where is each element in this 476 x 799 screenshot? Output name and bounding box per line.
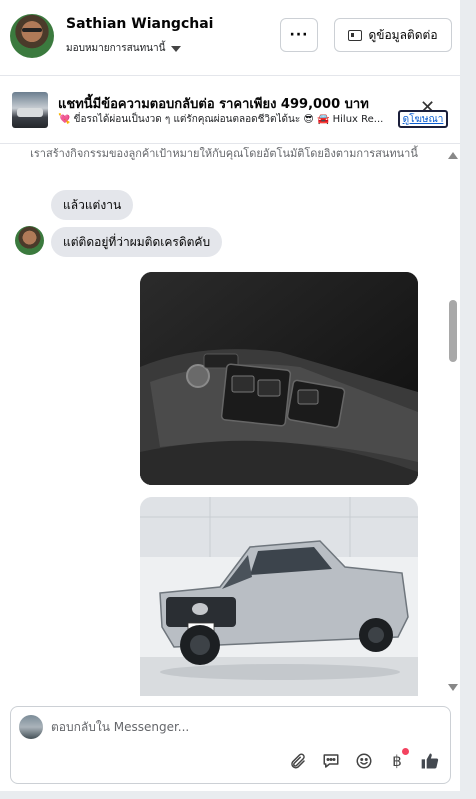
reply-input[interactable] <box>51 716 431 738</box>
pickup-truck-image <box>140 497 418 696</box>
notification-dot <box>402 748 409 755</box>
reply-composer: ฿ <box>10 706 451 784</box>
message-photo-pickup-truck[interactable] <box>140 497 418 696</box>
paperclip-icon[interactable] <box>288 751 308 771</box>
contact-card-icon <box>348 29 363 41</box>
ad-subtitle: 💘 ขี่อรถได้ผ่อนเป็นงวด ๆ แต่รักคุณผ่อนตล… <box>58 114 384 125</box>
system-message: เราสร้างกิจกรรมของลูกค้าเป้าหมายให้กับคุ… <box>30 147 418 160</box>
ad-thumbnail <box>12 92 48 128</box>
incoming-message[interactable]: แต่ติดอยู่ที่ว่าผมติดเครดิตคับ <box>51 227 223 257</box>
ad-referral-banner: แชทนี้มีข้อความตอบกลับต่อ ราคาเพียง 499,… <box>0 76 460 144</box>
contact-name[interactable]: Sathian Wiangchai <box>66 16 213 32</box>
conversation-header: Sathian Wiangchai มอบหมายการสนทนานี้ ···… <box>0 0 460 76</box>
speech-bubble-icon[interactable] <box>321 751 341 771</box>
thumbs-up-icon[interactable] <box>420 751 440 771</box>
baht-glyph: ฿ <box>392 752 402 770</box>
baht-icon[interactable]: ฿ <box>387 748 409 771</box>
sender-avatar[interactable] <box>15 226 44 255</box>
view-ad-link[interactable]: ดูโฆษณา <box>398 110 448 128</box>
chevron-down-icon <box>171 45 182 52</box>
conversation-panel: Sathian Wiangchai มอบหมายการสนทนานี้ ···… <box>0 0 460 791</box>
message-photo-window-controls[interactable] <box>140 272 418 485</box>
page-avatar <box>19 715 43 739</box>
scroll-down-arrow[interactable] <box>448 684 458 691</box>
assign-conversation-dropdown[interactable]: มอบหมายการสนทนานี้ <box>66 41 182 56</box>
scroll-up-arrow[interactable] <box>448 152 458 159</box>
smile-icon[interactable] <box>354 751 374 771</box>
message-thread: เราสร้างกิจกรรมของลูกค้าเป้าหมายให้กับคุ… <box>0 144 460 696</box>
view-contact-label: ดูข้อมูลติดต่อ <box>368 27 438 42</box>
composer-toolbar: ฿ <box>288 748 440 771</box>
more-options-button[interactable]: ··· <box>280 18 318 52</box>
more-options-label: ··· <box>289 27 309 43</box>
incoming-message[interactable]: แล้วแต่งาน <box>51 190 134 220</box>
assign-conversation-label: มอบหมายการสนทนานี้ <box>66 43 166 54</box>
ad-title: แชทนี้มีข้อความตอบกลับต่อ ราคาเพียง 499,… <box>58 97 369 112</box>
view-contact-button[interactable]: ดูข้อมูลติดต่อ <box>334 18 452 52</box>
contact-avatar[interactable] <box>10 14 54 58</box>
window-switch-panel-image <box>140 272 418 485</box>
scrollbar-thumb[interactable] <box>449 300 457 362</box>
